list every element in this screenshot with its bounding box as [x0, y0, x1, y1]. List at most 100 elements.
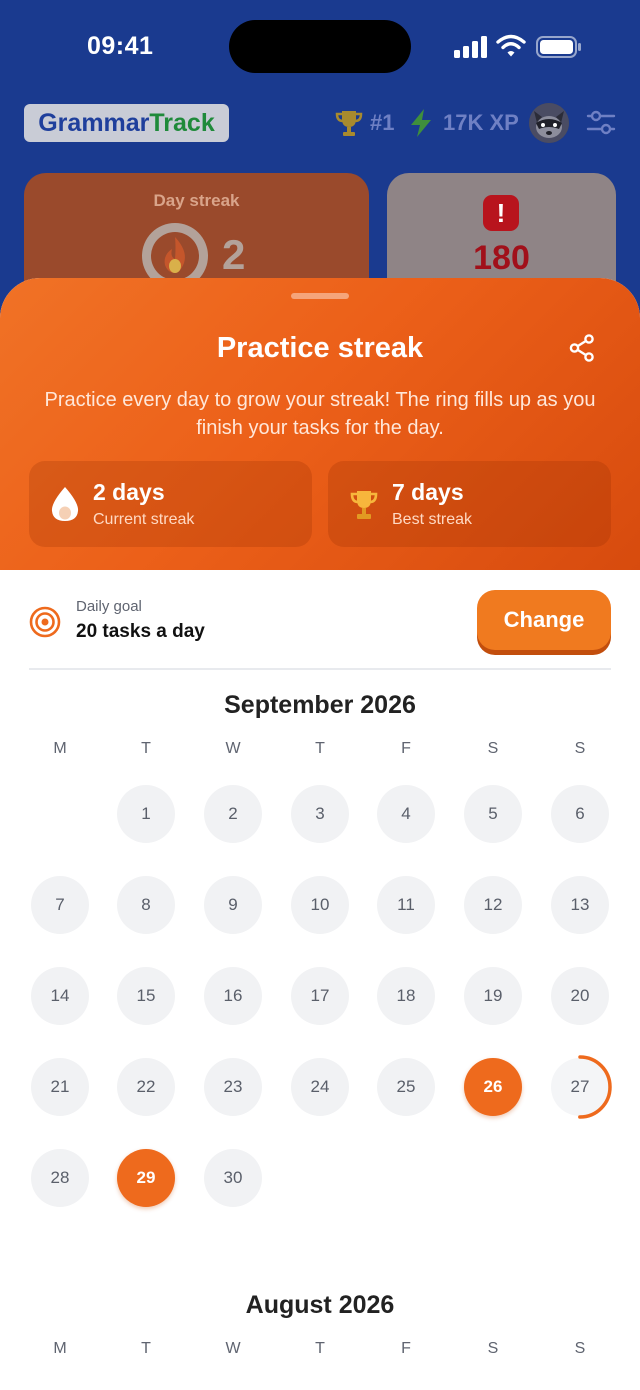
drop-flame-icon [51, 487, 79, 521]
calendar-day[interactable]: 25 [377, 1058, 435, 1116]
weekday-label: S [574, 1340, 586, 1357]
wifi-icon [496, 34, 526, 57]
calendar-day-number: 3 [315, 804, 325, 823]
month-title-august: August 2026 [245, 1291, 395, 1319]
calendar-day-number: 20 [570, 986, 590, 1005]
daily-goal-value: 20 tasks a day [76, 621, 205, 642]
xp-bolt-icon [411, 109, 431, 137]
calendar-day-number: 5 [488, 804, 498, 823]
calendar-day-number: 28 [50, 1168, 70, 1187]
calendar-day[interactable]: 27 [548, 1055, 612, 1119]
weekday-label: S [574, 740, 586, 757]
calendar-day-number: 7 [55, 895, 65, 914]
weekday-label: T [141, 1340, 151, 1357]
settings-sliders-icon[interactable] [586, 109, 616, 137]
trophy-icon [335, 111, 363, 136]
month-title-september: September 2026 [224, 691, 416, 719]
best-streak-label: Best streak [392, 511, 473, 528]
calendar-day[interactable]: 9 [204, 876, 262, 934]
calendar-day[interactable]: 28 [31, 1149, 89, 1207]
day-progress-ring [548, 1055, 612, 1119]
weekday-label: T [315, 1340, 325, 1357]
avatar[interactable] [529, 103, 569, 143]
current-streak-label: Current streak [93, 511, 195, 528]
calendar-day[interactable]: 7 [31, 876, 89, 934]
status-bar: 09:41 [0, 0, 640, 95]
weekday-label: F [401, 740, 411, 757]
calendar-day[interactable]: 29 [117, 1149, 175, 1207]
calendar-day[interactable]: 13 [551, 876, 609, 934]
weekday-label: S [487, 740, 499, 757]
calendar-day[interactable]: 6 [551, 785, 609, 843]
calendar-day[interactable]: 23 [204, 1058, 262, 1116]
share-icon[interactable] [569, 334, 595, 362]
calendar-day[interactable]: 26 [464, 1058, 522, 1116]
calendar-day[interactable]: 14 [31, 967, 89, 1025]
weekday-label: T [141, 740, 151, 757]
calendar-day[interactable]: 2 [204, 785, 262, 843]
calendar-day-number: 4 [401, 804, 411, 823]
calendar-day-number: 25 [396, 1077, 416, 1096]
change-goal-button[interactable]: Change [477, 590, 611, 650]
practice-streak-sheet: Practice streak Practice every day to gr… [0, 278, 640, 1390]
calendar-day-number: 24 [310, 1077, 330, 1096]
calendar-day[interactable]: 15 [117, 967, 175, 1025]
weekday-label: M [53, 740, 67, 757]
calendar-day[interactable]: 8 [117, 876, 175, 934]
weekday-label: S [487, 1340, 499, 1357]
best-streak-card: 7 days Best streak [328, 461, 611, 547]
current-streak-value: 2 days [93, 479, 165, 505]
mistakes-count: 180 [473, 239, 530, 277]
rank-value: #1 [370, 110, 395, 135]
calendar-day[interactable]: 10 [291, 876, 349, 934]
exclamation-icon: ! [483, 195, 519, 231]
calendar-day[interactable]: 24 [291, 1058, 349, 1116]
calendar-day[interactable]: 4 [377, 785, 435, 843]
signal-icon [454, 36, 487, 58]
calendar-day-number: 9 [228, 895, 238, 914]
clock: 09:41 [87, 32, 154, 60]
weekday-label: W [225, 740, 241, 757]
calendar-day-number: 6 [575, 804, 585, 823]
weekday-label: T [315, 740, 325, 757]
sheet-description: Practice every day to grow your streak! … [44, 389, 596, 439]
calendar-day-number: 21 [50, 1077, 70, 1096]
current-streak-card: 2 days Current streak [29, 461, 312, 547]
calendar-day-number: 14 [50, 986, 70, 1005]
calendar-day[interactable]: 3 [291, 785, 349, 843]
day-streak-value: 2 [222, 231, 246, 278]
calendar-day-number: 22 [136, 1077, 156, 1096]
calendar-day-number: 10 [310, 895, 330, 914]
day-streak-label: Day streak [153, 191, 240, 210]
calendar-day[interactable]: 5 [464, 785, 522, 843]
best-streak-value: 7 days [392, 479, 464, 505]
calendar-day[interactable]: 22 [117, 1058, 175, 1116]
weekday-label: M [53, 1340, 67, 1357]
calendar-day[interactable]: 12 [464, 876, 522, 934]
calendar-day[interactable]: 1 [117, 785, 175, 843]
battery-icon [536, 36, 581, 58]
calendar-day[interactable]: 18 [377, 967, 435, 1025]
calendar-day[interactable]: 20 [551, 967, 609, 1025]
calendar-day-number: 13 [570, 895, 590, 914]
calendar-day-number: 17 [310, 986, 330, 1005]
calendar-day[interactable]: 16 [204, 967, 262, 1025]
calendar-day[interactable]: 17 [291, 967, 349, 1025]
dynamic-island [229, 20, 411, 73]
calendar-day-number: 1 [141, 804, 151, 823]
calendar-day-number: 8 [141, 895, 151, 914]
calendar-day[interactable]: 30 [204, 1149, 262, 1207]
calendar-day-number: 16 [223, 986, 243, 1005]
trophy-icon [350, 491, 378, 519]
calendar-day[interactable]: 19 [464, 967, 522, 1025]
weekday-label: W [225, 1340, 241, 1357]
calendar-day-number: 18 [396, 986, 416, 1005]
target-icon [29, 606, 61, 638]
sheet-title: Practice streak [216, 332, 424, 364]
calendar-day-number: 23 [223, 1077, 243, 1096]
sheet-grabber[interactable] [291, 293, 349, 299]
calendar-day[interactable]: 11 [377, 876, 435, 934]
calendar-day[interactable]: 21 [31, 1058, 89, 1116]
divider [29, 668, 611, 670]
calendar-day-number: 19 [483, 986, 503, 1005]
